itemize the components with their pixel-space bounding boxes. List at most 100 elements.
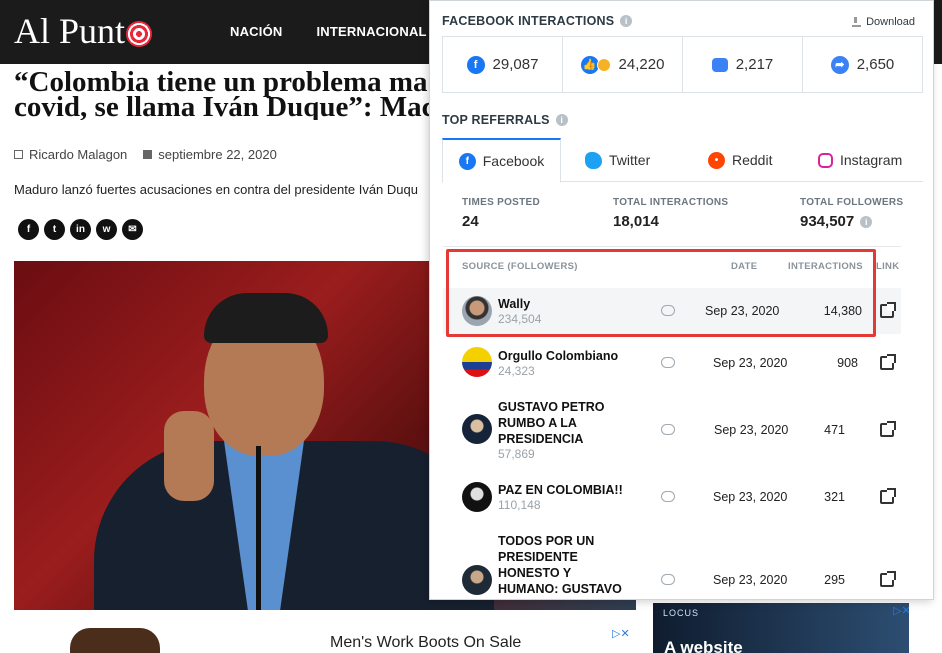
source-followers: 110,148 <box>498 498 541 512</box>
top-referrals-title: TOP REFERRALS <box>442 113 550 127</box>
table-row[interactable]: Orgullo Colombiano 24,323 Sep 23, 2020 9… <box>443 341 901 391</box>
source-name-line: PRESIDENTE <box>498 550 578 564</box>
user-icon <box>14 150 23 159</box>
article-author[interactable]: Ricardo Malagon <box>29 147 127 162</box>
instagram-icon <box>818 152 833 168</box>
article-excerpt: Maduro lanzó fuertes acusaciones en cont… <box>14 182 418 197</box>
stat-total-followers-value: 934,507 <box>800 213 855 230</box>
table-row[interactable]: Wally 234,504 Sep 23, 2020 14,380 <box>443 288 901 334</box>
source-name-line: PRESIDENCIA <box>498 432 584 446</box>
source-followers: 57,869 <box>498 447 535 461</box>
stat-total-interactions-value: 18,014 <box>613 213 659 230</box>
download-button[interactable]: Download <box>852 16 915 28</box>
source-name[interactable]: Orgullo Colombiano <box>498 348 618 364</box>
interactions-total: f 29,087 <box>443 37 563 92</box>
whatsapp-icon[interactable]: w <box>96 219 117 240</box>
post-date: Sep 23, 2020 <box>713 573 788 587</box>
table-row[interactable]: PAZ EN COLOMBIA!! 110,148 Sep 23, 2020 3… <box>443 475 901 523</box>
comment-icon[interactable] <box>661 491 675 502</box>
facebook-icon[interactable]: f <box>18 219 39 240</box>
article-title-line-2: covid, se llama Iván Duque”: Mac <box>14 91 434 121</box>
linkedin-icon[interactable]: in <box>70 219 91 240</box>
twitter-icon[interactable]: t <box>44 219 65 240</box>
logo-text: Al Punt <box>14 11 126 51</box>
divider <box>443 246 901 247</box>
facebook-interactions-title: FACEBOOK INTERACTIONS <box>442 14 615 28</box>
photo-hand <box>164 411 214 501</box>
stat-total-interactions-label: TOTAL INTERACTIONS <box>613 197 729 208</box>
nav-item-nacion[interactable]: NACIÓN <box>230 24 282 39</box>
stat-total-followers-value-wrap: 934,507 i <box>800 213 903 230</box>
interactions-reactions: 👍 24,220 <box>563 37 683 92</box>
article-title: “Colombia tiene un problema ma covid, se… <box>14 70 434 120</box>
site-logo[interactable]: Al Punt <box>14 10 153 52</box>
share-bar: f t in w ✉ <box>18 219 143 240</box>
facebook-icon: f <box>466 55 485 74</box>
page: Al Punt NACIÓN INTERNACIONAL “Colombia t… <box>0 0 942 653</box>
interactions-comments-value: 2,217 <box>735 56 774 73</box>
share-icon: ➦ <box>830 55 849 74</box>
tab-instagram[interactable]: Instagram <box>818 138 902 182</box>
stat-times-posted: TIMES POSTED 24 <box>462 197 540 230</box>
reddit-icon: • <box>708 151 725 169</box>
source-name-line: RUMBO A LA <box>498 416 577 430</box>
table-row[interactable]: GUSTAVO PETRO RUMBO A LA PRESIDENCIA 57,… <box>443 397 901 463</box>
tab-facebook-label: Facebook <box>482 153 545 169</box>
stat-total-interactions: TOTAL INTERACTIONS 18,014 <box>613 197 728 230</box>
download-icon <box>852 17 862 27</box>
source-name-line: HUMANO: GUSTAVO <box>498 582 622 596</box>
interactions-total-value: 29,087 <box>492 56 539 73</box>
comment-icon[interactable] <box>661 574 675 585</box>
source-name[interactable]: GUSTAVO PETRO RUMBO A LA PRESIDENCIA <box>498 399 605 447</box>
avatar <box>462 414 492 444</box>
post-date: Sep 23, 2020 <box>713 356 788 370</box>
ad-right-close-icon[interactable]: ▷✕ <box>893 604 911 617</box>
twitter-icon <box>585 151 602 169</box>
source-name-line: TODOS POR UN <box>498 534 595 548</box>
post-interactions: 908 <box>837 356 858 370</box>
tab-facebook[interactable]: f Facebook <box>442 138 561 183</box>
love-icon <box>596 57 611 72</box>
source-followers: 24,323 <box>498 364 535 378</box>
interactions-comments: 2,217 <box>683 37 803 92</box>
tab-reddit[interactable]: • Reddit <box>708 138 772 182</box>
nav-item-internacional[interactable]: INTERNACIONAL <box>316 24 426 39</box>
ad-headline[interactable]: Men's Work Boots On Sale <box>330 634 521 652</box>
post-date: Sep 23, 2020 <box>705 304 780 318</box>
stat-times-posted-value: 24 <box>462 213 479 230</box>
col-interactions: INTERACTIONS <box>788 261 863 272</box>
avatar <box>462 296 492 326</box>
facebook-interactions-heading: FACEBOOK INTERACTIONS i <box>442 14 633 28</box>
article-meta: Ricardo Malagon septiembre 22, 2020 <box>14 147 277 162</box>
ad-right-text: A website <box>664 638 743 653</box>
source-name[interactable]: Wally <box>498 296 530 312</box>
info-icon[interactable]: i <box>620 15 633 27</box>
info-icon[interactable]: i <box>555 114 568 126</box>
source-name[interactable]: TODOS POR UN PRESIDENTE HONESTO Y HUMANO… <box>498 533 622 597</box>
external-link-icon[interactable] <box>880 302 896 318</box>
tab-instagram-label: Instagram <box>840 152 903 168</box>
external-link-icon[interactable] <box>880 571 896 587</box>
interactions-shares-value: 2,650 <box>856 56 895 73</box>
external-link-icon[interactable] <box>880 488 896 504</box>
calendar-icon <box>143 150 153 159</box>
interactions-shares: ➦ 2,650 <box>803 37 922 92</box>
interactions-reactions-value: 24,220 <box>618 56 665 73</box>
like-icon: 👍 <box>580 55 599 74</box>
stat-total-followers: TOTAL FOLLOWERS 934,507 i <box>800 197 903 230</box>
comment-icon[interactable] <box>661 305 675 316</box>
post-date: Sep 23, 2020 <box>714 423 789 437</box>
ad-close-icon[interactable]: ▷✕ <box>612 627 630 640</box>
download-label: Download <box>866 16 915 28</box>
info-icon[interactable]: i <box>860 215 873 228</box>
source-name[interactable]: PAZ EN COLOMBIA!! <box>498 482 623 498</box>
comment-icon[interactable] <box>661 357 675 368</box>
table-row[interactable]: TODOS POR UN PRESIDENTE HONESTO Y HUMANO… <box>443 531 901 599</box>
post-interactions: 471 <box>824 423 845 437</box>
external-link-icon[interactable] <box>880 421 896 437</box>
email-icon[interactable]: ✉ <box>122 219 143 240</box>
ad-boot-image[interactable] <box>70 628 160 653</box>
comment-icon[interactable] <box>661 424 675 435</box>
external-link-icon[interactable] <box>880 354 896 370</box>
tab-twitter[interactable]: Twitter <box>585 138 650 182</box>
